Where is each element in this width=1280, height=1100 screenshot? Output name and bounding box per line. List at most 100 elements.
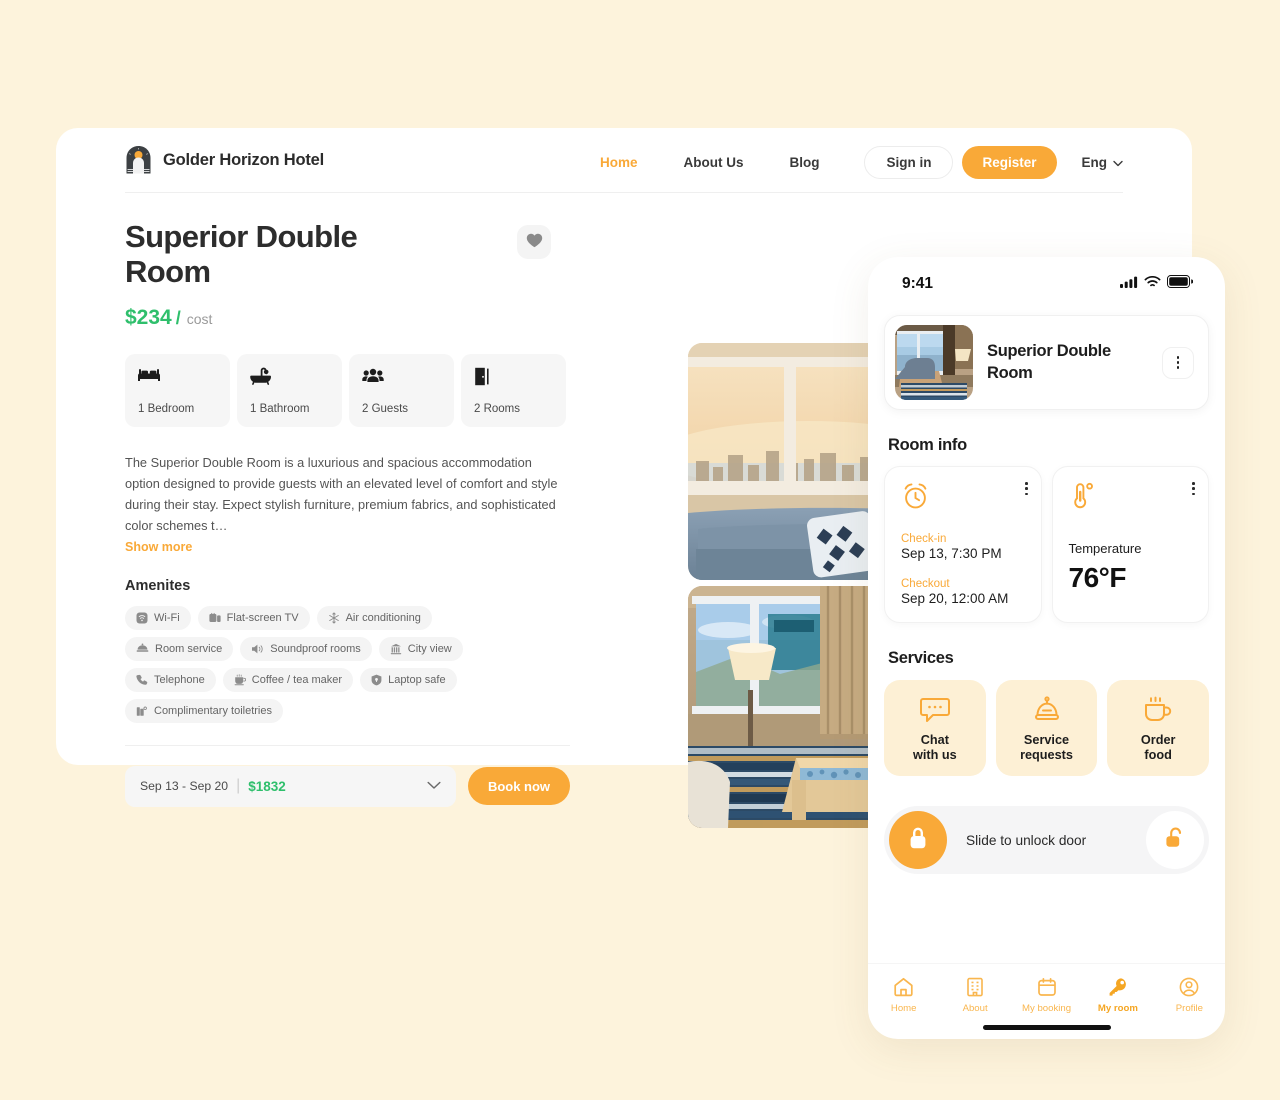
amenity-label: Laptop safe (388, 673, 446, 686)
amenity-chip-laptop-safe[interactable]: Laptop safe (360, 667, 457, 692)
checkin-card-menu-button[interactable] (1024, 482, 1028, 498)
feature-card-guests[interactable]: 2 Guests (349, 354, 454, 428)
hotel-arch-logo-icon (125, 145, 152, 175)
amenity-label: Soundproof rooms (270, 642, 361, 655)
temperature-value: 76°F (1068, 562, 1127, 593)
feature-label: 2 Rooms (474, 403, 521, 416)
tab-about[interactable]: About (939, 976, 1010, 1014)
amenity-chip-soundproof[interactable]: Soundproof rooms (240, 636, 372, 661)
favorite-button[interactable] (517, 225, 551, 259)
feature-card-rooms[interactable]: 2 Rooms (461, 354, 566, 428)
register-button[interactable]: Register (962, 146, 1057, 179)
service-label: Chat with us (912, 732, 957, 762)
feature-card-bathroom[interactable]: 1 Bathroom (237, 354, 342, 428)
chat-bubble-icon (919, 693, 951, 725)
coffee-cup-icon (1142, 693, 1174, 725)
bed-icon (138, 367, 218, 389)
tab-my-booking[interactable]: My booking (1011, 976, 1082, 1014)
soundproof-icon (251, 643, 264, 655)
unlock-slider-target[interactable] (1146, 811, 1204, 869)
main-nav: Home About Us Blog Sign in Register Eng (577, 146, 1123, 179)
price-unit: cost (186, 311, 213, 328)
safe-icon (371, 674, 382, 686)
amenity-chip-telephone[interactable]: Telephone (125, 667, 216, 692)
temperature-card[interactable]: Temperature 76°F (1051, 466, 1209, 623)
feature-cards: 1 Bedroom 1 Bathroom 2 Guests 2 Rooms (125, 354, 570, 428)
amenities-list: Wi-Fi Flat-screen TV Air conditioning Ro… (125, 605, 545, 723)
amenity-chip-toiletries[interactable]: Complimentary toiletries (125, 698, 283, 723)
amenity-chip-city-view[interactable]: City view (378, 636, 463, 661)
tab-my-room[interactable]: My room (1082, 976, 1153, 1014)
home-indicator (982, 1025, 1111, 1030)
tab-home[interactable]: Home (868, 976, 939, 1014)
section-divider (125, 744, 570, 746)
nav-item-about[interactable]: About Us (660, 155, 766, 170)
show-more-link[interactable]: Show more (125, 540, 192, 554)
current-room-card[interactable]: Superior Double Room (884, 315, 1209, 410)
checkout-label: Checkout (901, 578, 950, 590)
amenity-chip-tv[interactable]: Flat-screen TV (197, 605, 310, 630)
calendar-icon (1037, 976, 1057, 997)
amenity-label: Air conditioning (345, 611, 421, 624)
roomservice-icon (136, 643, 149, 655)
battery-full-icon (1167, 275, 1194, 293)
service-card-order-food[interactable]: Order food (1107, 680, 1210, 776)
booking-total: $1832 (248, 778, 286, 794)
profile-icon (1179, 976, 1199, 997)
price-separator: / (175, 308, 181, 329)
tab-label: My room (1097, 1003, 1138, 1014)
ac-icon (328, 612, 340, 624)
amenity-chip-air-conditioning[interactable]: Air conditioning (316, 605, 432, 630)
amenity-chip-wifi[interactable]: Wi-Fi (125, 605, 191, 630)
feature-card-bedroom[interactable]: 1 Bedroom (125, 354, 230, 428)
bathtub-icon (250, 367, 330, 389)
checkin-value: Sep 13, 7:30 PM (901, 546, 1002, 561)
language-selector[interactable]: Eng (1082, 155, 1124, 170)
amenity-label: Room service (155, 642, 223, 655)
kebab-menu-icon (1176, 356, 1180, 369)
room-info-heading: Room info (888, 436, 967, 454)
amenity-chip-coffee[interactable]: Coffee / tea maker (222, 667, 354, 692)
wifi-icon (1144, 275, 1161, 293)
home-icon (893, 976, 914, 997)
header-divider (125, 192, 1123, 193)
amenity-chip-room-service[interactable]: Room service (125, 636, 234, 661)
sign-in-button[interactable]: Sign in (864, 146, 954, 179)
unlock-label: Slide to unlock door (966, 832, 1087, 848)
cityview-icon (390, 643, 402, 655)
amenity-label: Coffee / tea maker (251, 673, 343, 686)
nav-item-home[interactable]: Home (577, 155, 661, 170)
guests-icon (362, 367, 442, 389)
unlock-slider-knob[interactable] (889, 811, 947, 869)
language-label: Eng (1081, 155, 1108, 170)
tab-profile[interactable]: Profile (1154, 976, 1225, 1014)
brand[interactable]: Golder Horizon Hotel (125, 145, 324, 175)
cellular-bars-icon (1120, 275, 1138, 293)
checkin-checkout-card[interactable]: Check-in Sep 13, 7:30 PM Checkout Sep 20… (884, 466, 1042, 623)
date-range-select[interactable]: Sep 13 - Sep 20 | $1832 (125, 765, 456, 807)
telephone-icon (136, 674, 148, 686)
room-card-menu-button[interactable] (1162, 346, 1194, 379)
room-info-cards: Check-in Sep 13, 7:30 PM Checkout Sep 20… (884, 466, 1209, 623)
service-card-requests[interactable]: Service requests (995, 680, 1098, 776)
service-card-chat[interactable]: Chat with us (884, 680, 986, 776)
book-now-button[interactable]: Book now (468, 767, 570, 806)
site-header: Golder Horizon Hotel Home About Us Blog … (56, 128, 1192, 192)
heart-icon (526, 233, 543, 251)
tv-icon (209, 612, 221, 624)
nav-item-blog[interactable]: Blog (766, 155, 842, 170)
chevron-down-icon (1113, 155, 1123, 170)
services-heading: Services (888, 649, 954, 667)
price-row: $234 / cost (125, 306, 570, 330)
lock-open-icon (1163, 826, 1187, 855)
feature-label: 1 Bedroom (138, 403, 195, 416)
temperature-card-menu-button[interactable] (1192, 482, 1195, 498)
feature-label: 2 Guests (362, 403, 409, 416)
toiletries-icon (136, 705, 148, 717)
amenities-heading: Amenites (125, 577, 191, 594)
key-icon (1108, 976, 1128, 997)
checkout-value: Sep 20, 12:00 AM (901, 591, 1009, 606)
slide-to-unlock-door[interactable]: Slide to unlock door (884, 806, 1209, 874)
door-icon (474, 367, 554, 389)
wifi-icon (136, 612, 148, 624)
